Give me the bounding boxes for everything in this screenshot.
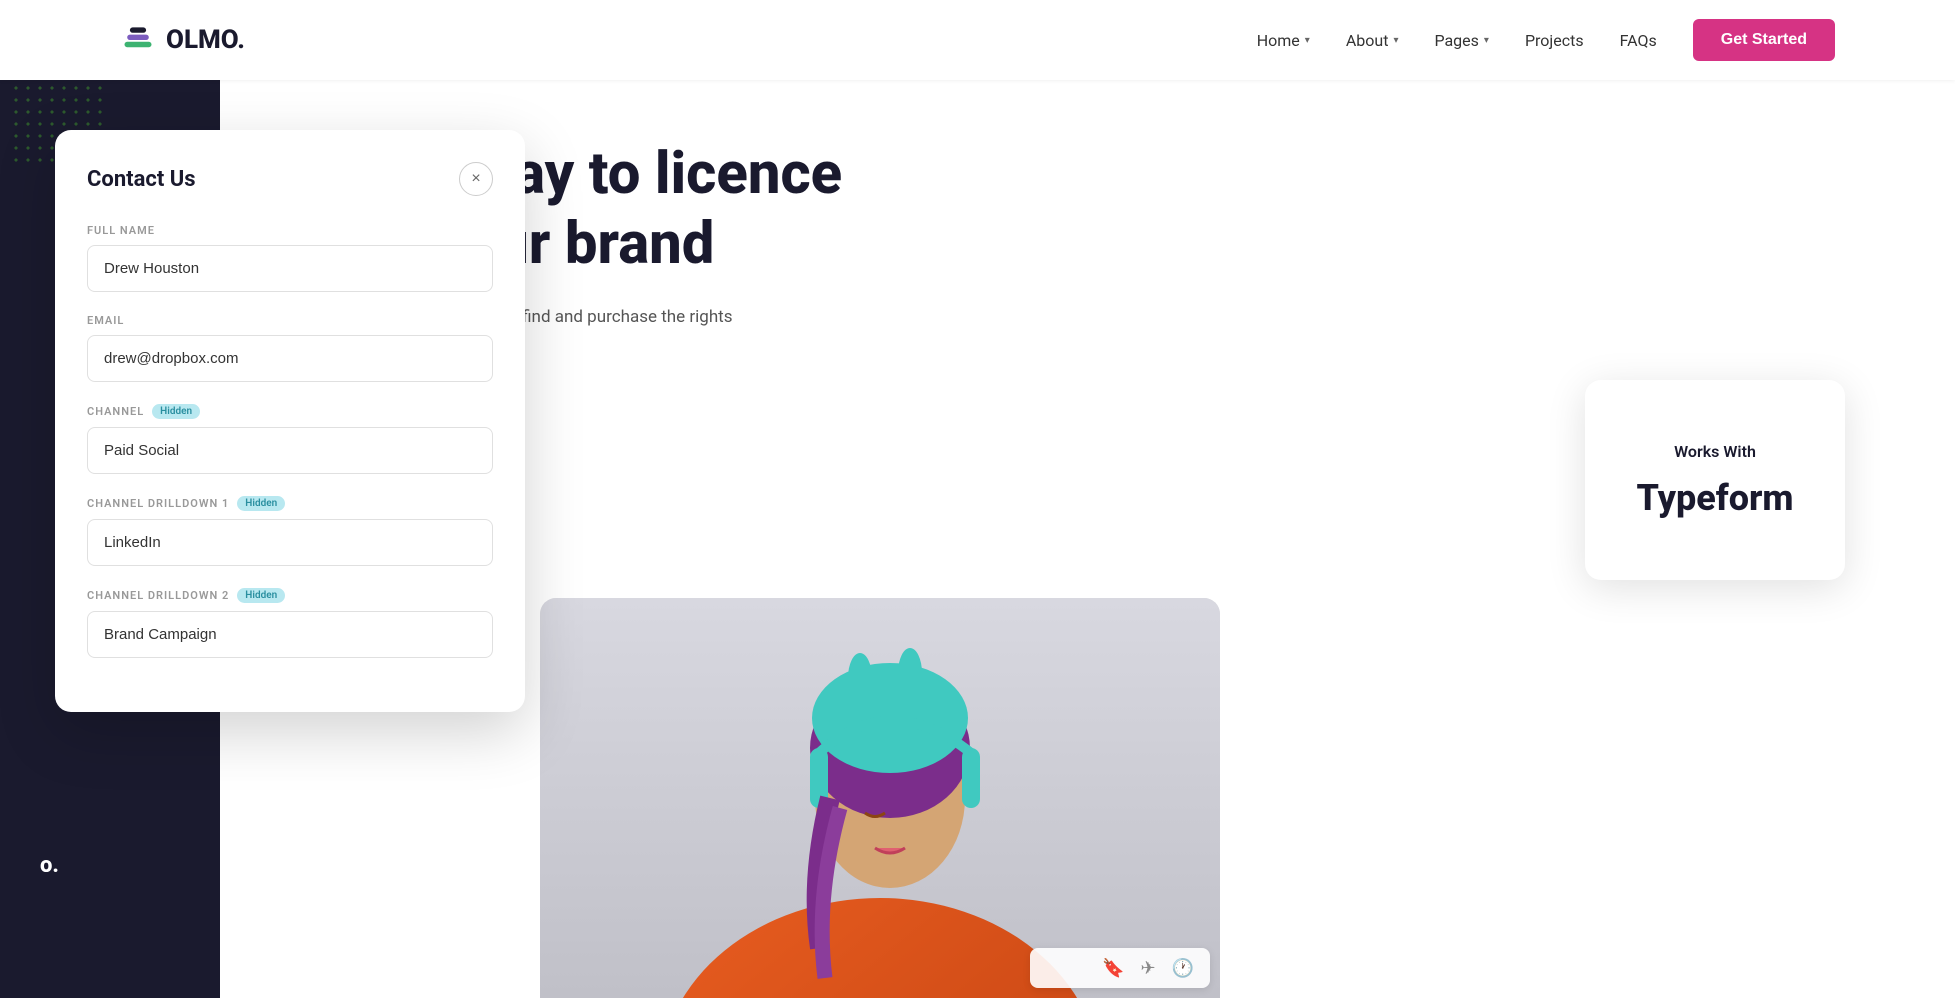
- channel-hidden-badge: Hidden: [152, 404, 200, 419]
- about-chevron-icon: ▾: [1393, 35, 1398, 46]
- channel-group: CHANNEL Hidden: [87, 404, 493, 474]
- logo-text: OLMO.: [166, 25, 245, 55]
- nav-pages[interactable]: Pages ▾: [1434, 31, 1488, 50]
- navbar: OLMO. Home ▾ About ▾ Pages ▾ Projects FA…: [0, 0, 1955, 80]
- nav-faqs[interactable]: FAQs: [1620, 31, 1657, 50]
- logo-icon: [120, 22, 156, 58]
- channel-drilldown1-input[interactable]: [87, 519, 493, 566]
- sidebar-logo: o.: [40, 853, 59, 878]
- channel-drilldown1-label: CHANNEL DRILLDOWN 1 Hidden: [87, 496, 493, 511]
- pages-chevron-icon: ▾: [1484, 35, 1489, 46]
- send-icon[interactable]: ✈: [1140, 958, 1155, 979]
- email-label: EMAIL: [87, 314, 493, 327]
- get-started-button[interactable]: Get Started: [1693, 19, 1835, 61]
- works-with-brand: Typeform: [1636, 477, 1793, 519]
- channel-drilldown2-group: CHANNEL DRILLDOWN 2 Hidden: [87, 588, 493, 658]
- home-chevron-icon: ▾: [1305, 35, 1310, 46]
- image-toolbar: 🔖 ✈ 🕐: [1030, 948, 1210, 988]
- hero-image: 🔖 ✈ 🕐: [540, 598, 1220, 998]
- channel-drilldown2-label: CHANNEL DRILLDOWN 2 Hidden: [87, 588, 493, 603]
- full-name-label: FULL NAME: [87, 224, 493, 237]
- contact-modal: Contact Us × FULL NAME EMAIL CHANNEL Hid…: [55, 130, 525, 712]
- channel-label: CHANNEL Hidden: [87, 404, 493, 419]
- full-name-group: FULL NAME: [87, 224, 493, 292]
- hero-illustration: [540, 598, 1220, 998]
- nav-projects[interactable]: Projects: [1525, 31, 1584, 50]
- full-name-input[interactable]: [87, 245, 493, 292]
- works-with-label: Works With: [1674, 442, 1756, 461]
- modal-title: Contact Us: [87, 167, 196, 192]
- logo[interactable]: OLMO.: [120, 22, 245, 58]
- email-input[interactable]: [87, 335, 493, 382]
- works-with-card: Works With Typeform: [1585, 380, 1845, 580]
- channel-input[interactable]: [87, 427, 493, 474]
- nav-about[interactable]: About ▾: [1346, 31, 1399, 50]
- clock-icon[interactable]: 🕐: [1172, 958, 1194, 979]
- navbar-nav: Home ▾ About ▾ Pages ▾ Projects FAQs Get…: [1257, 19, 1835, 61]
- nav-home[interactable]: Home ▾: [1257, 31, 1310, 50]
- channel-drilldown2-input[interactable]: [87, 611, 493, 658]
- channel-drilldown2-hidden-badge: Hidden: [237, 588, 285, 603]
- modal-close-button[interactable]: ×: [459, 162, 493, 196]
- channel-drilldown1-group: CHANNEL DRILLDOWN 1 Hidden: [87, 496, 493, 566]
- bookmark-icon[interactable]: 🔖: [1102, 958, 1124, 979]
- modal-header: Contact Us ×: [87, 162, 493, 196]
- channel-drilldown1-hidden-badge: Hidden: [237, 496, 285, 511]
- email-group: EMAIL: [87, 314, 493, 382]
